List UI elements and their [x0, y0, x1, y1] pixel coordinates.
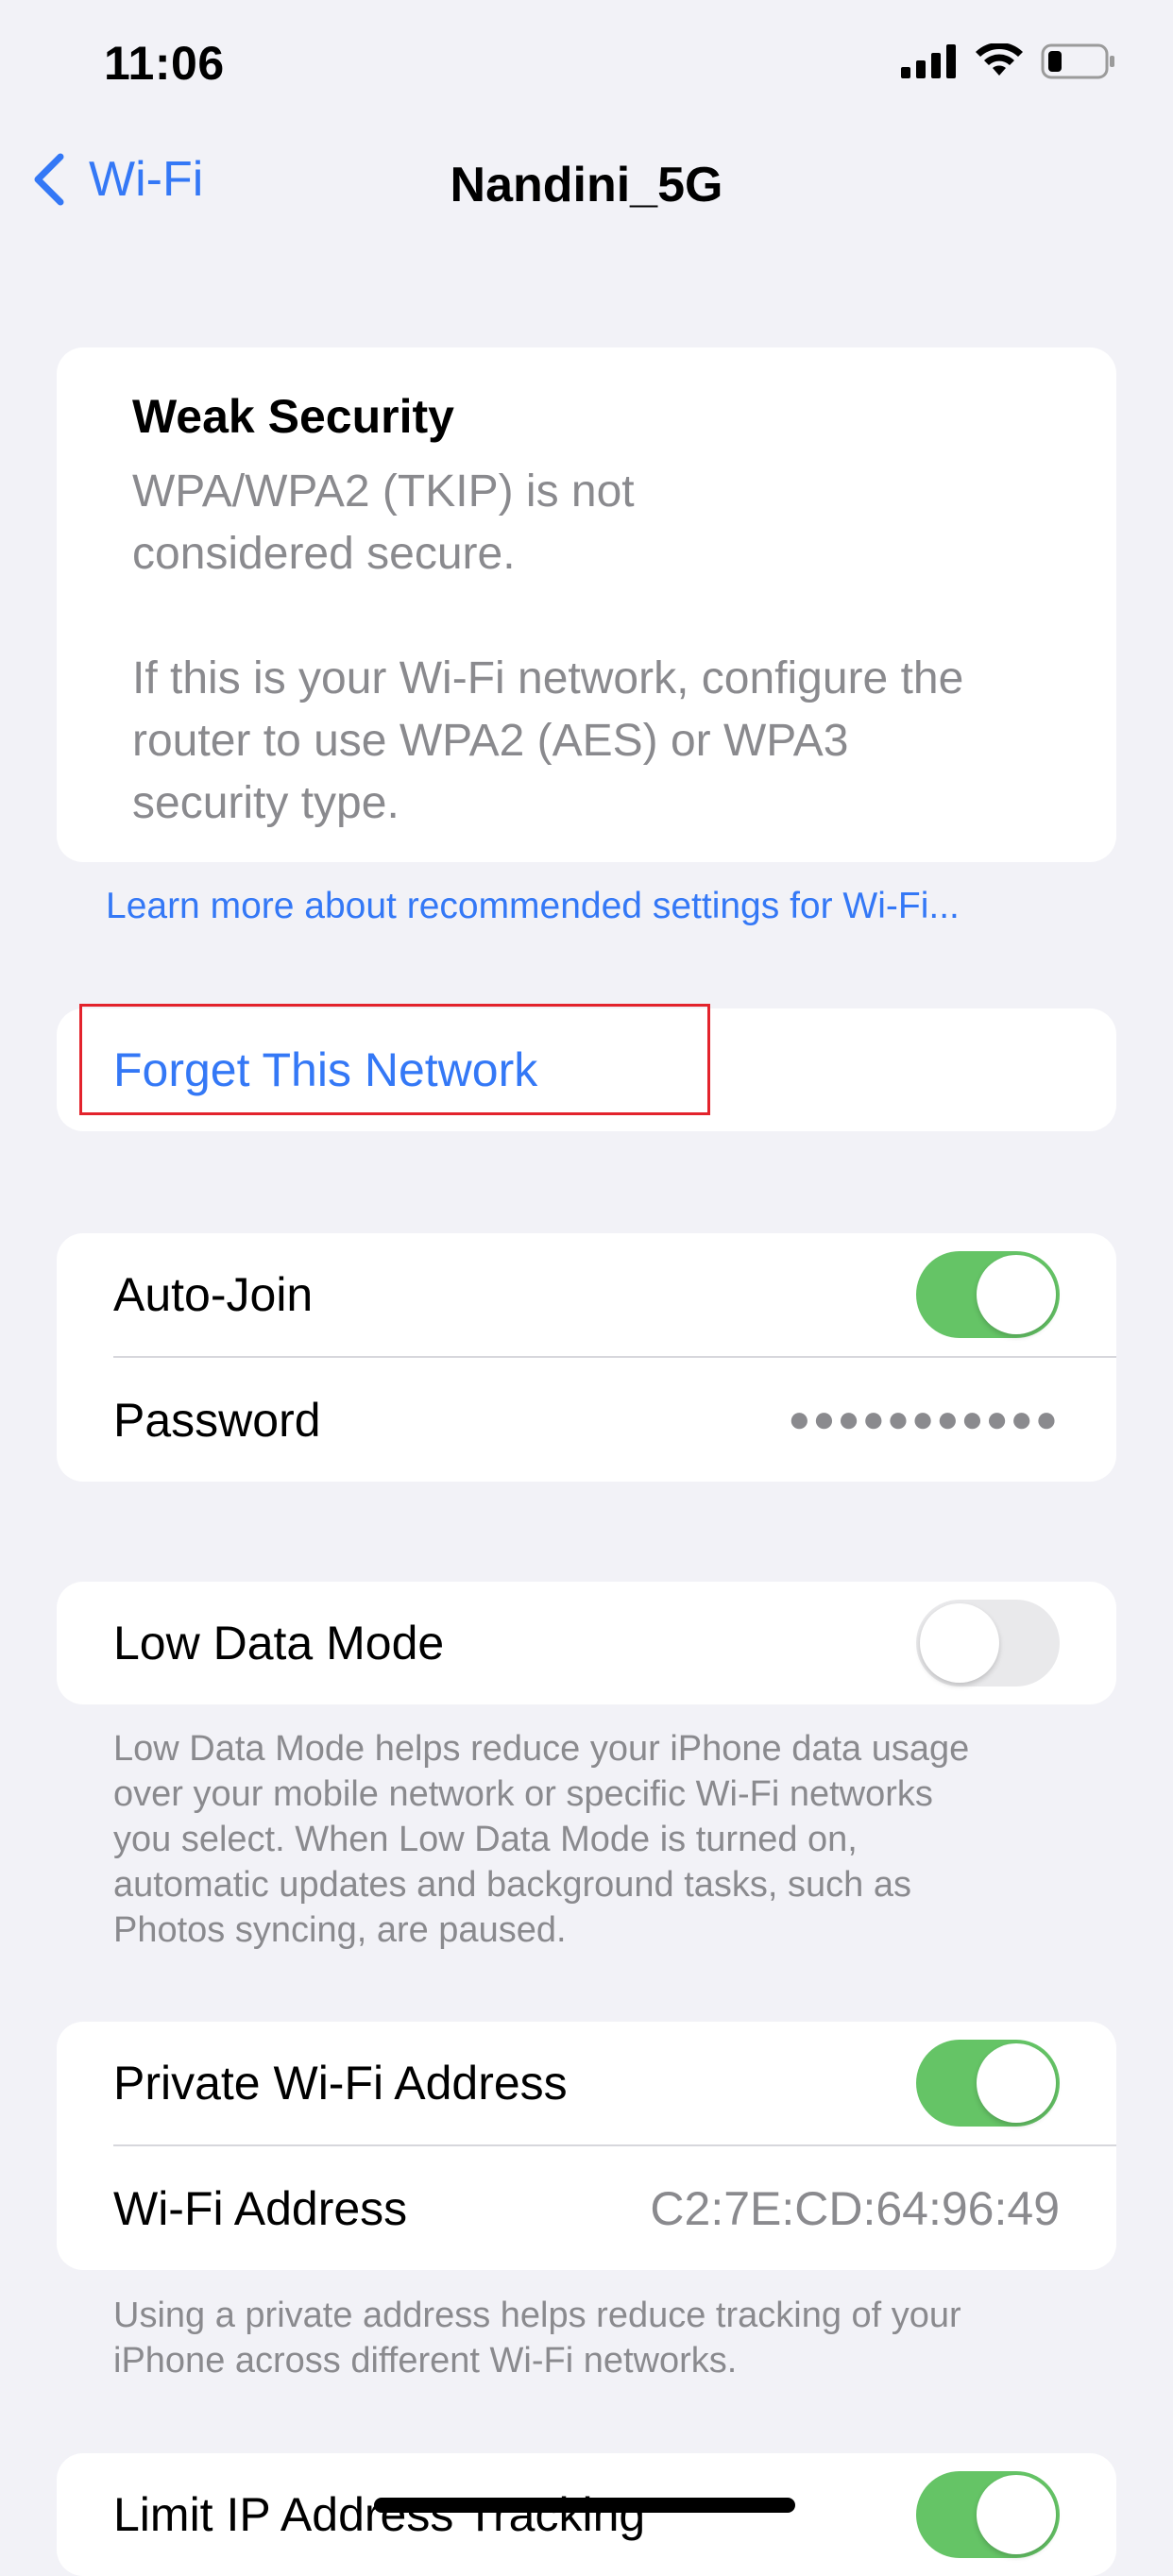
password-row[interactable]: Password ●●●●●●●●●●● [57, 1358, 1116, 1482]
page-title: Nandini_5G [450, 158, 723, 212]
limit-ip-toggle[interactable] [916, 2471, 1060, 2558]
toggle-knob [977, 1255, 1056, 1334]
wifi-icon [976, 43, 1023, 76]
private-address-label: Private Wi-Fi Address [113, 2057, 568, 2110]
password-label: Password [113, 1393, 321, 1447]
footnote-line: over your mobile network or specific Wi-… [113, 1774, 933, 1814]
toggle-knob [920, 1603, 999, 1683]
low-data-label: Low Data Mode [113, 1617, 445, 1669]
auto-join-toggle[interactable] [916, 1251, 1060, 1338]
footnote-line: Photos syncing, are paused. [113, 1910, 567, 1950]
toggle-knob [977, 2475, 1056, 2554]
weak-security-line: considered secure. [132, 529, 516, 579]
weak-security-title: Weak Security [132, 390, 454, 443]
home-indicator[interactable] [374, 2498, 795, 2513]
weak-security-line: security type. [132, 778, 400, 828]
footnote-line: you select. When Low Data Mode is turned… [113, 1820, 858, 1859]
footnote-line: automatic updates and background tasks, … [113, 1865, 911, 1905]
wifi-address-label: Wi-Fi Address [113, 2181, 408, 2235]
limit-ip-label: Limit IP Address Tracking [113, 2488, 646, 2541]
auto-join-label: Auto-Join [113, 1268, 314, 1321]
status-time: 11:06 [104, 37, 225, 90]
status-icons [901, 43, 1116, 79]
learn-more-link[interactable]: Learn more about recommended settings fo… [106, 886, 960, 927]
autojoin-password-card: Auto-Join Password ●●●●●●●●●●● [57, 1233, 1116, 1482]
weak-security-line: If this is your Wi-Fi network, configure… [132, 653, 964, 703]
low-data-toggle[interactable] [916, 1600, 1060, 1686]
toggle-knob [977, 2043, 1056, 2123]
wifi-address-value: C2:7E:CD:64:96:49 [650, 2181, 1060, 2235]
weak-security-card: Weak Security WPA/WPA2 (TKIP) is not con… [57, 347, 1116, 862]
low-data-row: Low Data Mode [57, 1582, 1116, 1704]
private-address-footnote: Using a private address helps reduce tra… [113, 2293, 1077, 2383]
footnote-line: Using a private address helps reduce tra… [113, 2296, 961, 2335]
weak-security-line: WPA/WPA2 (TKIP) is not [132, 466, 635, 517]
footnote-line: Low Data Mode helps reduce your iPhone d… [113, 1729, 970, 1769]
private-address-row: Private Wi-Fi Address [57, 2022, 1116, 2144]
low-data-card: Low Data Mode [57, 1582, 1116, 1704]
private-address-card: Private Wi-Fi Address Wi-Fi Address C2:7… [57, 2022, 1116, 2270]
password-value: ●●●●●●●●●●● [788, 1398, 1060, 1440]
footnote-line: iPhone across different Wi-Fi networks. [113, 2341, 738, 2381]
wifi-address-row: Wi-Fi Address C2:7E:CD:64:96:49 [57, 2146, 1116, 2270]
limit-ip-card: Limit IP Address Tracking [57, 2453, 1116, 2576]
weak-security-line: router to use WPA2 (AES) or WPA3 [132, 716, 849, 766]
private-address-toggle[interactable] [916, 2040, 1060, 2127]
highlight-box [79, 1004, 710, 1115]
auto-join-row: Auto-Join [57, 1233, 1116, 1356]
limit-ip-row: Limit IP Address Tracking [57, 2453, 1116, 2576]
cellular-signal-icon [901, 44, 956, 78]
low-data-footnote: Low Data Mode helps reduce your iPhone d… [113, 1726, 1077, 1953]
battery-icon [1041, 43, 1114, 79]
